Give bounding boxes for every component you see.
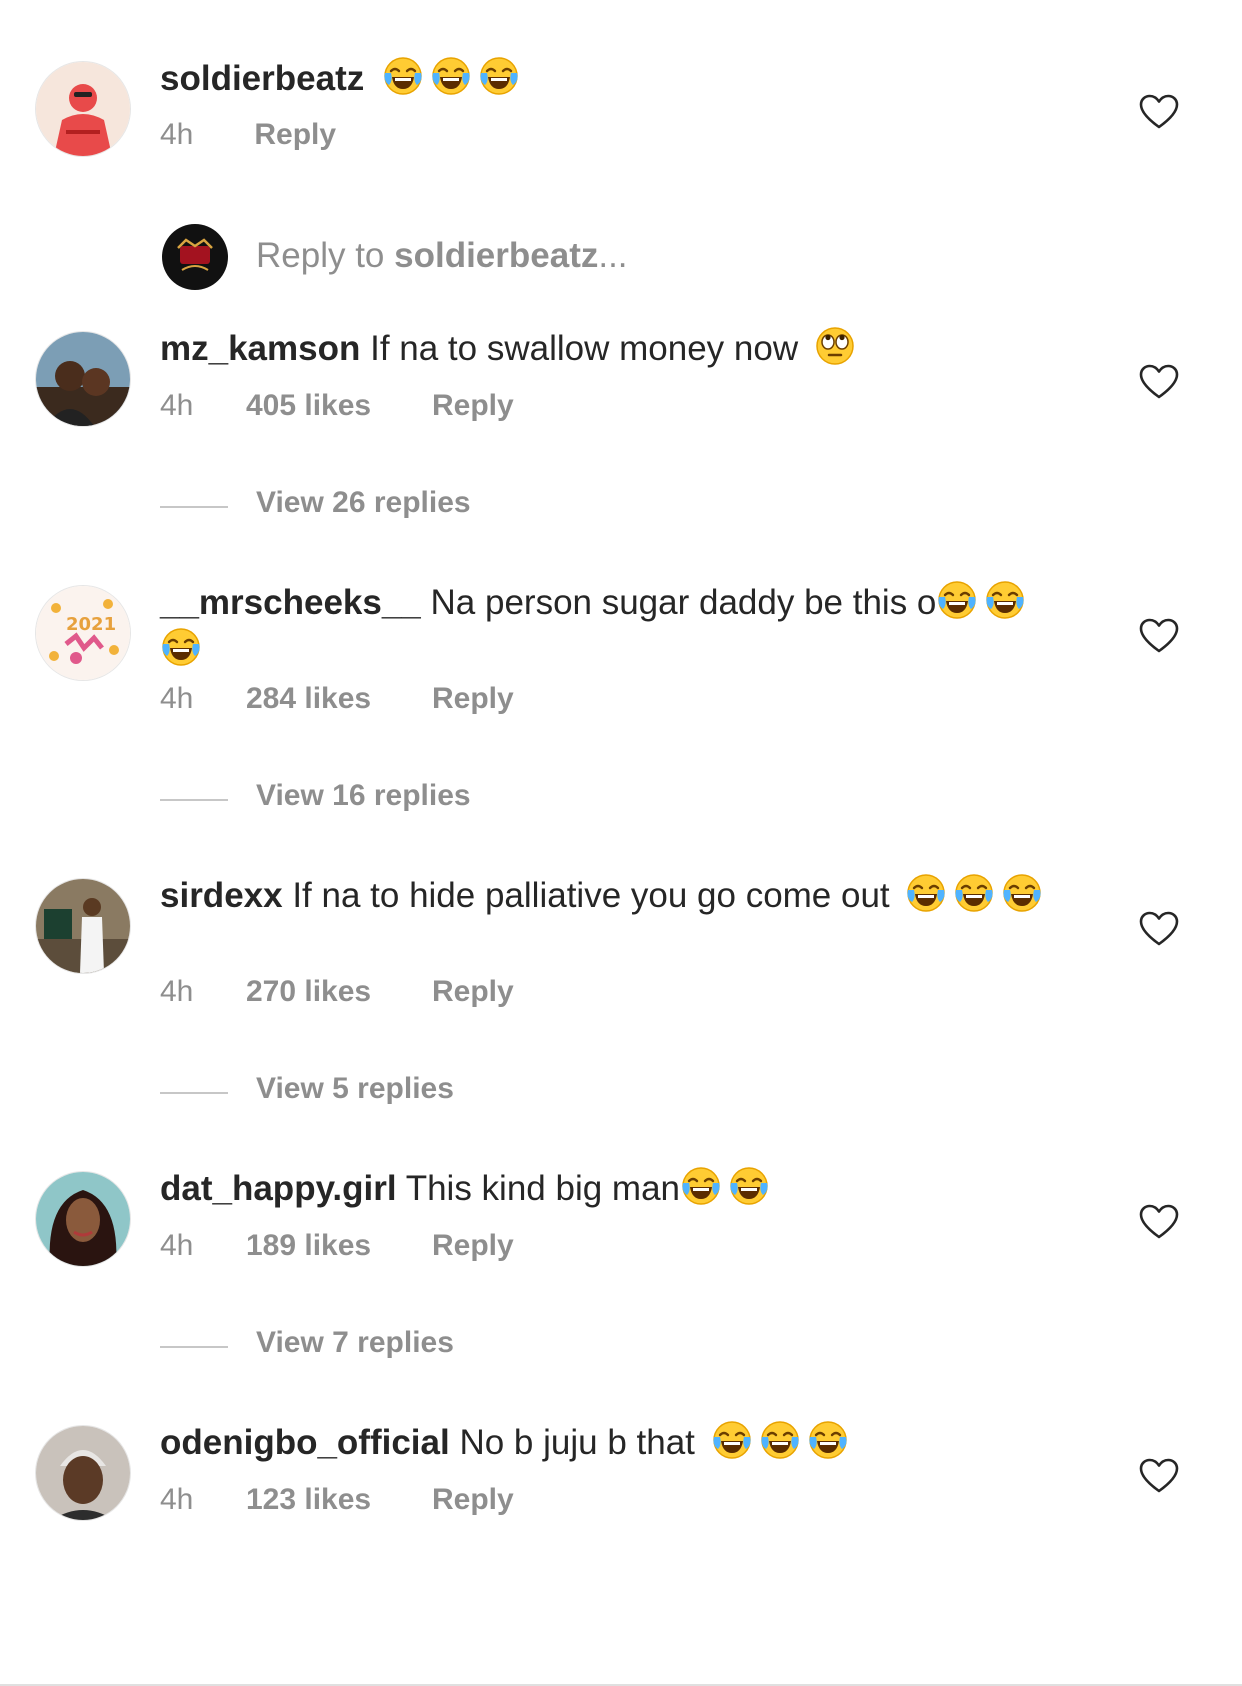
replies-divider — [160, 799, 228, 801]
comment-text: __mrscheeks__ Na person sugar daddy be t… — [160, 579, 1060, 673]
reply-input-placeholder[interactable]: Reply to soldierbeatz... — [256, 236, 628, 276]
svg-text:2021: 2021 — [66, 614, 116, 635]
comment-likes[interactable]: 284 likes — [246, 682, 432, 716]
tears-of-joy-emoji-icon — [430, 55, 472, 97]
avatar[interactable] — [36, 332, 130, 426]
comment-time: 4h — [160, 389, 194, 422]
like-heart-icon[interactable] — [1139, 94, 1179, 130]
tears-of-joy-emoji-icon — [984, 579, 1026, 621]
comment-meta: 4h 405 likes Reply — [160, 389, 514, 423]
avatar[interactable]: 2021 — [36, 586, 130, 680]
comment-likes[interactable]: 123 likes — [246, 1483, 432, 1517]
view-replies-label: View 5 replies — [256, 1072, 454, 1105]
tears-of-joy-emoji-icon — [936, 579, 978, 621]
view-replies-label: View 16 replies — [256, 779, 471, 812]
reply-button[interactable]: Reply — [432, 975, 514, 1009]
avatar[interactable] — [36, 1172, 130, 1266]
like-heart-icon[interactable] — [1139, 364, 1179, 400]
comment-username[interactable]: sirdexx — [160, 876, 283, 915]
reply-button[interactable]: Reply — [254, 118, 336, 152]
reply-prefix: Reply to — [256, 236, 395, 275]
comment-meta: 4h 189 likes Reply — [160, 1229, 514, 1263]
comment-meta: 4h 123 likes Reply — [160, 1483, 514, 1517]
tears-of-joy-emoji-icon — [905, 872, 947, 914]
avatar[interactable] — [36, 62, 130, 156]
avatar[interactable] — [36, 879, 130, 973]
tears-of-joy-emoji-icon — [711, 1419, 753, 1461]
comment-likes[interactable]: 189 likes — [246, 1229, 432, 1263]
rolling-eyes-emoji-icon — [814, 325, 856, 367]
replies-divider — [160, 1346, 228, 1348]
comment-text: dat_happy.girl This kind big man — [160, 1165, 1060, 1212]
comment-body: If na to hide palliative you go come out — [292, 876, 890, 915]
reply-target-username: soldierbeatz — [394, 236, 599, 275]
reply-button[interactable]: Reply — [432, 1229, 514, 1263]
comment-username[interactable]: odenigbo_official — [160, 1423, 450, 1462]
tears-of-joy-emoji-icon — [728, 1165, 770, 1207]
reply-button[interactable]: Reply — [432, 1483, 514, 1517]
comment-text: odenigbo_official No b juju b that — [160, 1419, 1060, 1466]
comment-body: Na person sugar daddy be this o — [430, 583, 937, 622]
comment-username[interactable]: dat_happy.girl — [160, 1169, 397, 1208]
comment-time: 4h — [160, 1229, 194, 1262]
like-heart-icon[interactable] — [1139, 1204, 1179, 1240]
tears-of-joy-emoji-icon — [382, 55, 424, 97]
tears-of-joy-emoji-icon — [160, 626, 202, 668]
comment-username[interactable]: mz_kamson — [160, 329, 360, 368]
comment-username[interactable]: __mrscheeks__ — [160, 583, 421, 622]
comment-likes[interactable]: 270 likes — [246, 975, 432, 1009]
comment-meta: 4h 270 likes Reply — [160, 975, 514, 1009]
tears-of-joy-emoji-icon — [807, 1419, 849, 1461]
view-replies-label: View 26 replies — [256, 486, 471, 519]
comment-time: 4h — [160, 975, 194, 1008]
comment-text: mz_kamson If na to swallow money now — [160, 325, 1060, 372]
comment-body: No b juju b that — [459, 1423, 695, 1462]
comment-username[interactable]: soldierbeatz — [160, 59, 364, 98]
comment-likes[interactable]: 405 likes — [246, 389, 432, 423]
reply-suffix: ... — [598, 236, 628, 275]
like-heart-icon[interactable] — [1139, 911, 1179, 947]
view-replies-label: View 7 replies — [256, 1326, 454, 1359]
comment-body: If na to swallow money now — [370, 329, 799, 368]
comment-text: soldierbeatz — [160, 55, 1060, 102]
comment-time: 4h — [160, 118, 194, 151]
replies-divider — [160, 506, 228, 508]
comment-meta: 4h 284 likes Reply — [160, 682, 514, 716]
current-user-avatar — [162, 224, 228, 290]
comment-text: sirdexx If na to hide palliative you go … — [160, 872, 1060, 919]
like-heart-icon[interactable] — [1139, 618, 1179, 654]
avatar[interactable] — [36, 1426, 130, 1520]
comment-time: 4h — [160, 682, 194, 715]
like-heart-icon[interactable] — [1139, 1458, 1179, 1494]
comment-time: 4h — [160, 1483, 194, 1516]
reply-button[interactable]: Reply — [432, 389, 514, 423]
comment-meta: 4h Reply — [160, 118, 336, 152]
tears-of-joy-emoji-icon — [680, 1165, 722, 1207]
comment-body: This kind big man — [405, 1169, 680, 1208]
tears-of-joy-emoji-icon — [478, 55, 520, 97]
reply-button[interactable]: Reply — [432, 682, 514, 716]
tears-of-joy-emoji-icon — [1001, 872, 1043, 914]
tears-of-joy-emoji-icon — [953, 872, 995, 914]
tears-of-joy-emoji-icon — [759, 1419, 801, 1461]
replies-divider — [160, 1092, 228, 1094]
